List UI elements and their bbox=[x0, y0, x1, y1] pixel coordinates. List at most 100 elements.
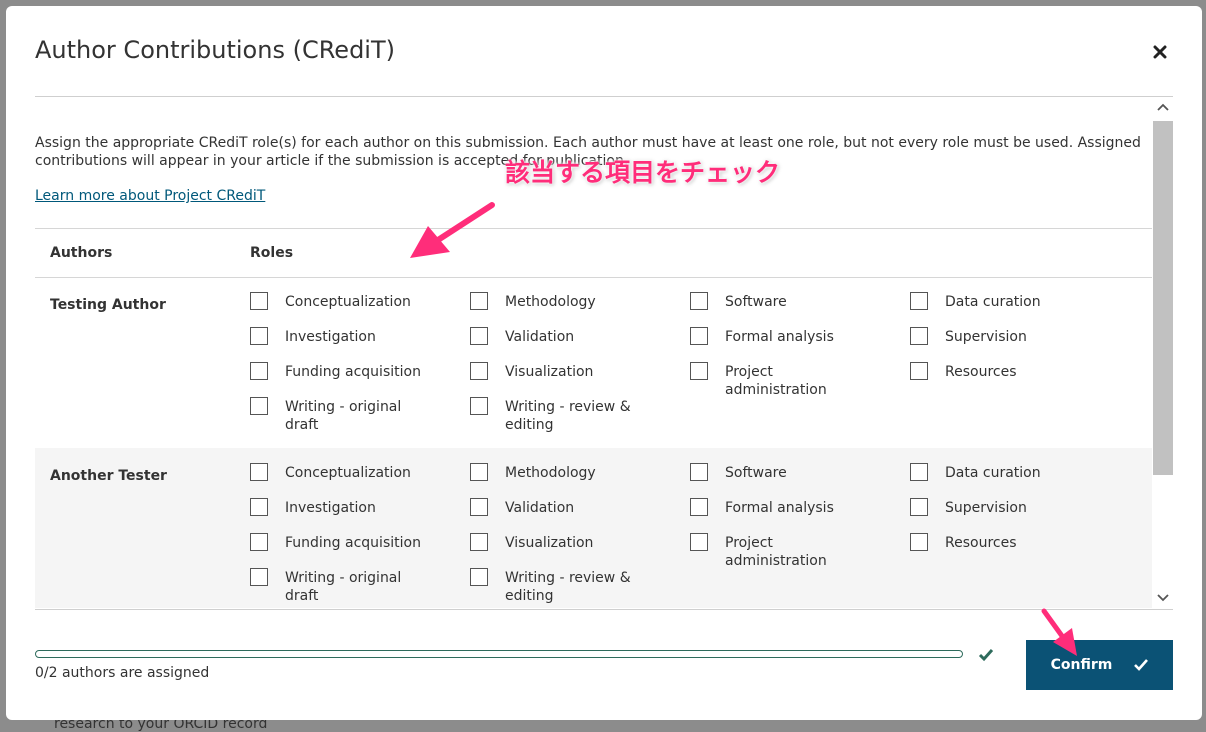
role-option[interactable]: Investigation bbox=[250, 498, 435, 517]
role-checkbox[interactable] bbox=[250, 397, 268, 415]
role-option[interactable]: Formal analysis bbox=[690, 498, 875, 517]
role-checkbox[interactable] bbox=[250, 292, 268, 310]
role-option[interactable]: Supervision bbox=[910, 498, 1095, 517]
role-option[interactable]: Visualization bbox=[470, 362, 655, 381]
role-label: Project administration bbox=[725, 535, 827, 569]
role-label: Supervision bbox=[945, 500, 1027, 516]
role-option[interactable]: Methodology bbox=[470, 292, 655, 311]
role-checkbox[interactable] bbox=[250, 463, 268, 481]
role-checkbox[interactable] bbox=[250, 327, 268, 345]
author-name: Testing Author bbox=[50, 297, 166, 313]
table-header: Authors Roles bbox=[35, 228, 1152, 278]
role-option[interactable]: Software bbox=[690, 463, 875, 482]
role-label: Data curation bbox=[945, 294, 1041, 310]
role-option[interactable]: Conceptualization bbox=[250, 292, 435, 311]
role-option[interactable]: Resources bbox=[910, 533, 1095, 552]
role-option[interactable]: Resources bbox=[910, 362, 1095, 381]
role-checkbox[interactable] bbox=[470, 568, 488, 586]
role-option[interactable]: Project administration bbox=[690, 533, 875, 570]
role-option[interactable]: Conceptualization bbox=[250, 463, 435, 482]
modal-title: Author Contributions (CRediT) bbox=[35, 36, 395, 64]
role-label: Supervision bbox=[945, 329, 1027, 345]
role-checkbox[interactable] bbox=[690, 463, 708, 481]
role-checkbox[interactable] bbox=[690, 327, 708, 345]
role-checkbox[interactable] bbox=[470, 533, 488, 551]
role-option[interactable]: Writing - original draft bbox=[250, 397, 435, 434]
close-button[interactable] bbox=[1146, 38, 1174, 66]
confirm-button[interactable]: Confirm bbox=[1026, 640, 1173, 690]
role-checkbox[interactable] bbox=[910, 463, 928, 481]
role-label: Conceptualization bbox=[285, 465, 411, 481]
authors-column-header: Authors bbox=[50, 245, 113, 261]
role-option[interactable]: Writing - review & editing bbox=[470, 397, 655, 434]
role-option[interactable]: Writing - review & editing bbox=[470, 568, 655, 605]
role-checkbox[interactable] bbox=[690, 292, 708, 310]
role-label: Methodology bbox=[505, 465, 596, 481]
check-icon bbox=[1134, 659, 1149, 671]
role-option[interactable]: Project administration bbox=[690, 362, 875, 399]
role-checkbox[interactable] bbox=[470, 397, 488, 415]
role-option[interactable]: Methodology bbox=[470, 463, 655, 482]
role-checkbox[interactable] bbox=[910, 362, 928, 380]
role-option[interactable]: Formal analysis bbox=[690, 327, 875, 346]
chevron-down-icon bbox=[1157, 594, 1169, 602]
role-option[interactable]: Visualization bbox=[470, 533, 655, 552]
role-checkbox[interactable] bbox=[690, 533, 708, 551]
progress-status-text: 0/2 authors are assigned bbox=[35, 665, 210, 681]
role-checkbox[interactable] bbox=[690, 362, 708, 380]
role-checkbox[interactable] bbox=[250, 568, 268, 586]
role-checkbox[interactable] bbox=[910, 292, 928, 310]
role-option[interactable]: Writing - original draft bbox=[250, 568, 435, 605]
role-option[interactable]: Investigation bbox=[250, 327, 435, 346]
role-option[interactable]: Funding acquisition bbox=[250, 362, 435, 381]
role-checkbox[interactable] bbox=[250, 498, 268, 516]
role-label: Validation bbox=[505, 329, 575, 345]
scrollbar-thumb[interactable] bbox=[1153, 121, 1173, 475]
role-label: Visualization bbox=[505, 535, 594, 551]
progress-check-icon bbox=[978, 649, 994, 662]
chevron-up-icon bbox=[1157, 103, 1169, 111]
role-checkbox[interactable] bbox=[470, 327, 488, 345]
role-option[interactable]: Supervision bbox=[910, 327, 1095, 346]
role-label: Writing - review & editing bbox=[505, 399, 631, 433]
role-checkbox[interactable] bbox=[250, 362, 268, 380]
role-label: Funding acquisition bbox=[285, 535, 421, 551]
learn-more-link[interactable]: Learn more about Project CRediT bbox=[35, 188, 265, 204]
roles-column-header: Roles bbox=[250, 245, 294, 261]
role-checkbox[interactable] bbox=[470, 362, 488, 380]
role-checkbox[interactable] bbox=[910, 327, 928, 345]
role-option[interactable]: Data curation bbox=[910, 292, 1095, 311]
role-checkbox[interactable] bbox=[690, 498, 708, 516]
scroll-down-button[interactable] bbox=[1156, 591, 1170, 605]
close-icon bbox=[1153, 45, 1167, 59]
credit-modal: Author Contributions (CRediT) Assign the… bbox=[6, 6, 1202, 720]
role-label: Software bbox=[725, 294, 787, 310]
footer-divider bbox=[35, 609, 1173, 610]
role-checkbox[interactable] bbox=[470, 292, 488, 310]
role-option[interactable]: Software bbox=[690, 292, 875, 311]
role-label: Methodology bbox=[505, 294, 596, 310]
role-label: Project administration bbox=[725, 364, 827, 398]
role-option[interactable]: Funding acquisition bbox=[250, 533, 435, 552]
role-checkbox[interactable] bbox=[470, 463, 488, 481]
role-checkbox[interactable] bbox=[470, 498, 488, 516]
scroll-up-button[interactable] bbox=[1156, 100, 1170, 114]
role-label: Writing - review & editing bbox=[505, 570, 631, 604]
role-label: Formal analysis bbox=[725, 329, 834, 345]
annotation-label: 該当する項目をチェック bbox=[505, 158, 781, 187]
author-name: Another Tester bbox=[50, 468, 167, 484]
role-option[interactable]: Validation bbox=[470, 327, 655, 346]
role-label: Funding acquisition bbox=[285, 364, 421, 380]
role-option[interactable]: Validation bbox=[470, 498, 655, 517]
role-label: Investigation bbox=[285, 500, 376, 516]
role-label: Software bbox=[725, 465, 787, 481]
role-option[interactable]: Data curation bbox=[910, 463, 1095, 482]
author-row: Testing Author Conceptualization Methodolo… bbox=[35, 277, 1152, 448]
scrollbar[interactable] bbox=[1152, 97, 1173, 609]
role-label: Resources bbox=[945, 535, 1017, 551]
role-checkbox[interactable] bbox=[910, 533, 928, 551]
role-label: Resources bbox=[945, 364, 1017, 380]
role-checkbox[interactable] bbox=[250, 533, 268, 551]
role-label: Visualization bbox=[505, 364, 594, 380]
role-checkbox[interactable] bbox=[910, 498, 928, 516]
